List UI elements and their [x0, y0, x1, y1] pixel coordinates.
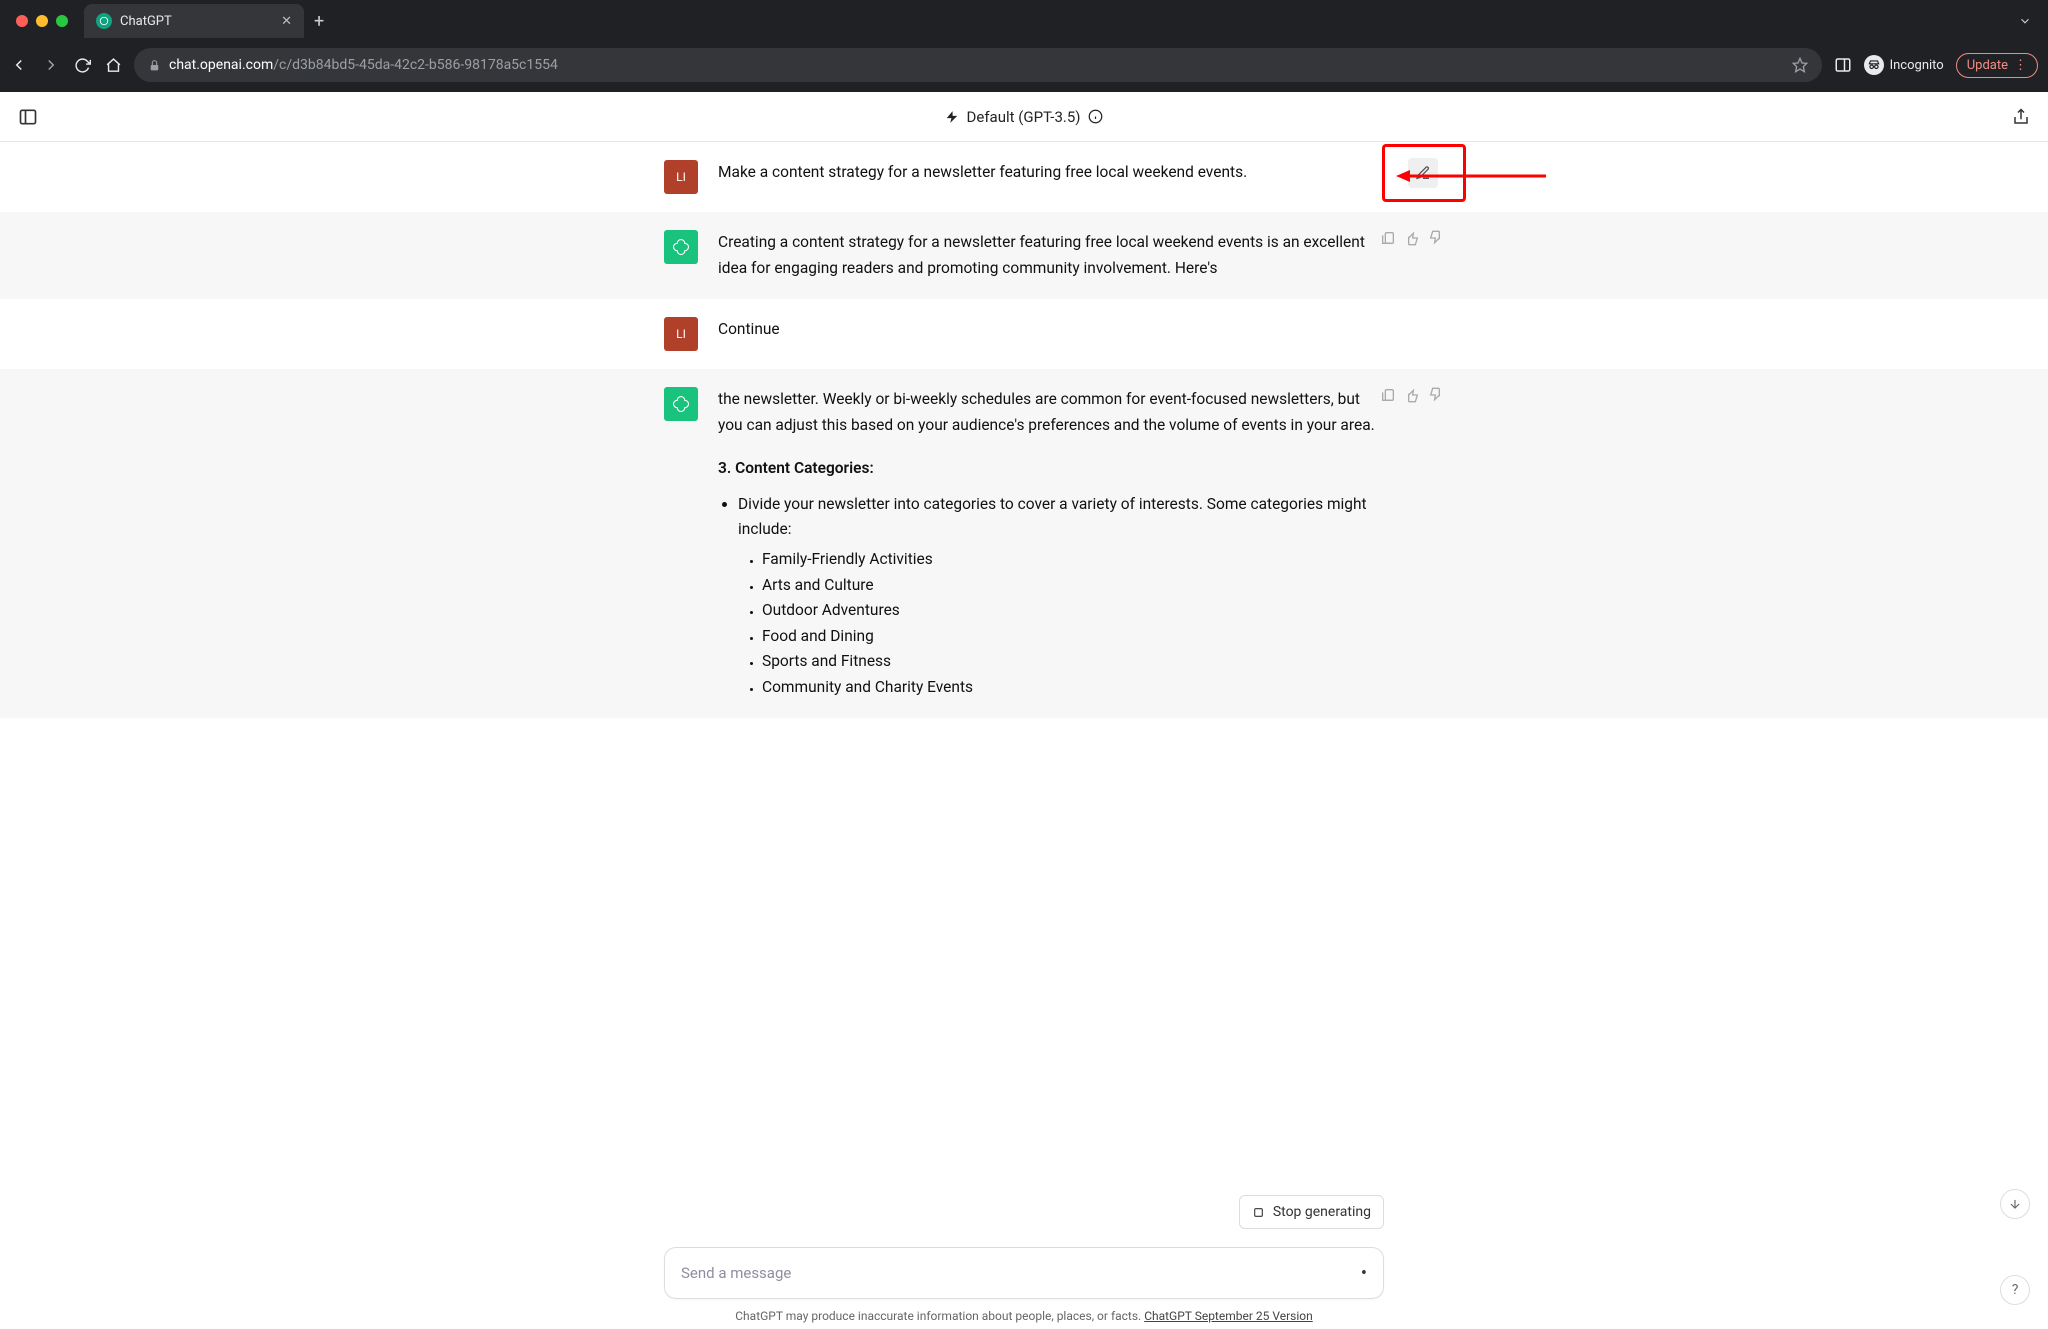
- nav-buttons: [10, 56, 122, 74]
- copy-icon[interactable]: [1380, 387, 1396, 403]
- list-item: Sports and Fitness: [762, 649, 1384, 675]
- forward-button[interactable]: [42, 56, 60, 74]
- bottom-area: Stop generating Send a message • ChatGPT…: [0, 1247, 2048, 1329]
- copy-icon[interactable]: [1380, 230, 1396, 246]
- assistant-message-content: the newsletter. Weekly or bi-weekly sche…: [718, 387, 1384, 700]
- user-avatar: LI: [664, 160, 698, 194]
- lightning-icon: [945, 110, 959, 124]
- assistant-message-row: Creating a content strategy for a newsle…: [0, 212, 2048, 299]
- scroll-down-button[interactable]: [2000, 1189, 2030, 1219]
- chat-scroll-area[interactable]: LI Make a content strategy for a newslet…: [0, 142, 2048, 1247]
- close-window-button[interactable]: [16, 15, 28, 27]
- user-message-row: LI Continue: [0, 299, 2048, 369]
- message-actions: [1380, 230, 1444, 246]
- incognito-icon: [1864, 55, 1884, 75]
- arrow-down-icon: [2008, 1197, 2022, 1211]
- lock-icon: [148, 59, 161, 72]
- tab-title: ChatGPT: [120, 14, 273, 29]
- browser-chrome: ChatGPT ✕ + chat.openai.com/c/d3b84bd5-4…: [0, 0, 2048, 92]
- message-composer[interactable]: Send a message •: [664, 1247, 1384, 1299]
- browser-tab[interactable]: ChatGPT ✕: [84, 4, 304, 38]
- thumbs-up-icon[interactable]: [1404, 230, 1420, 246]
- incognito-badge[interactable]: Incognito: [1864, 55, 1944, 75]
- browser-right-icons: Incognito Update ⋮: [1834, 53, 2038, 78]
- url-text: chat.openai.com/c/d3b84bd5-45da-42c2-b58…: [169, 57, 1784, 73]
- side-panel-icon[interactable]: [1834, 56, 1852, 74]
- assistant-avatar: [664, 387, 698, 421]
- stop-generating-button[interactable]: Stop generating: [1239, 1195, 1384, 1229]
- list-item: Family-Friendly Activities: [762, 547, 1384, 573]
- list-item: Divide your newsletter into categories t…: [738, 492, 1384, 701]
- user-message-text: Continue: [718, 317, 1384, 343]
- close-tab-icon[interactable]: ✕: [281, 14, 292, 29]
- list-item: Food and Dining: [762, 624, 1384, 650]
- user-message-row: LI Make a content strategy for a newslet…: [0, 142, 2048, 212]
- thumbs-up-icon[interactable]: [1404, 387, 1420, 403]
- share-icon[interactable]: [2012, 108, 2030, 126]
- stop-icon: [1252, 1206, 1265, 1219]
- tab-bar: ChatGPT ✕ +: [0, 0, 2048, 42]
- list-item: Arts and Culture: [762, 573, 1384, 599]
- chatgpt-favicon-icon: [96, 13, 112, 29]
- tabs-chevron-icon[interactable]: [2018, 14, 2032, 28]
- incognito-label: Incognito: [1890, 58, 1944, 73]
- message-actions: [1380, 387, 1444, 403]
- version-link[interactable]: ChatGPT September 25 Version: [1144, 1309, 1313, 1323]
- thumbs-down-icon[interactable]: [1428, 387, 1444, 403]
- help-button[interactable]: ?: [2000, 1275, 2030, 1305]
- info-icon[interactable]: [1088, 109, 1103, 124]
- minimize-window-button[interactable]: [36, 15, 48, 27]
- address-bar-row: chat.openai.com/c/d3b84bd5-45da-42c2-b58…: [0, 42, 2048, 92]
- user-avatar: LI: [664, 317, 698, 351]
- annotation-arrow: [1396, 166, 1546, 186]
- model-selector[interactable]: Default (GPT-3.5): [945, 108, 1104, 126]
- address-bar[interactable]: chat.openai.com/c/d3b84bd5-45da-42c2-b58…: [134, 48, 1822, 82]
- update-button[interactable]: Update ⋮: [1956, 53, 2038, 78]
- reload-button[interactable]: [74, 57, 91, 74]
- assistant-paragraph: the newsletter. Weekly or bi-weekly sche…: [718, 387, 1384, 438]
- assistant-message-text: Creating a content strategy for a newsle…: [718, 230, 1384, 281]
- list-item: Outdoor Adventures: [762, 598, 1384, 624]
- footer-disclaimer: ChatGPT may produce inaccurate informati…: [735, 1309, 1313, 1323]
- more-menu-icon: ⋮: [2014, 58, 2027, 73]
- sidebar-toggle-icon[interactable]: [18, 107, 38, 127]
- thumbs-down-icon[interactable]: [1428, 230, 1444, 246]
- assistant-message-row: the newsletter. Weekly or bi-weekly sche…: [0, 369, 2048, 718]
- list-item: Community and Charity Events: [762, 675, 1384, 701]
- back-button[interactable]: [10, 56, 28, 74]
- section-heading: 3. Content Categories:: [718, 459, 874, 477]
- new-tab-button[interactable]: +: [314, 11, 324, 32]
- stop-generating-label: Stop generating: [1273, 1204, 1371, 1220]
- chatgpt-app: Default (GPT-3.5) LI Make a content stra…: [0, 92, 2048, 1329]
- app-header: Default (GPT-3.5): [0, 92, 2048, 142]
- bookmark-star-icon[interactable]: [1792, 57, 1808, 73]
- window-controls: [16, 15, 68, 27]
- model-name-label: Default (GPT-3.5): [967, 108, 1081, 126]
- send-button[interactable]: •: [1361, 1263, 1367, 1284]
- assistant-avatar: [664, 230, 698, 264]
- home-button[interactable]: [105, 57, 122, 74]
- maximize-window-button[interactable]: [56, 15, 68, 27]
- composer-placeholder: Send a message: [681, 1264, 791, 1282]
- user-message-text: Make a content strategy for a newsletter…: [718, 160, 1384, 186]
